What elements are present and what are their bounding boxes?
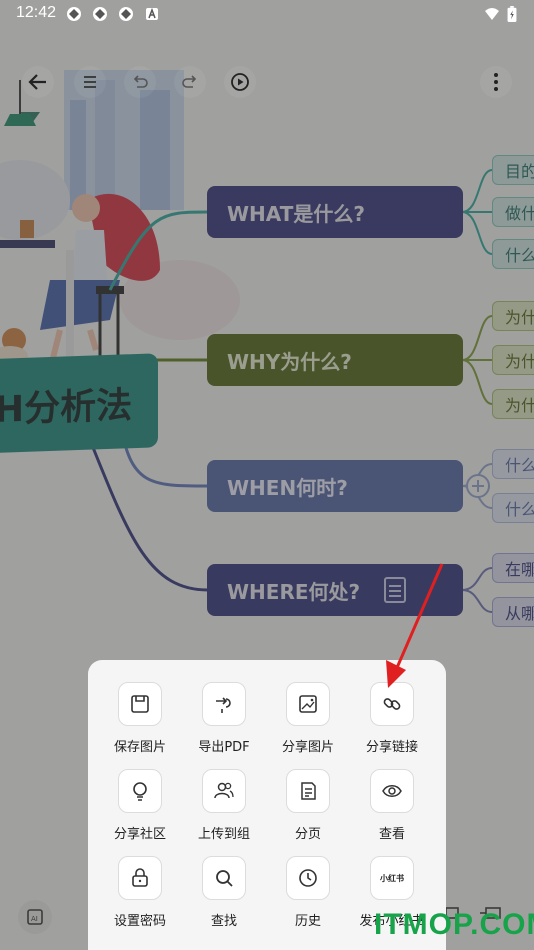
export-pdf-label: 导出PDF	[198, 740, 250, 755]
back-arrow-icon	[28, 74, 46, 90]
more-button[interactable]	[480, 66, 512, 98]
undo-button[interactable]	[124, 66, 156, 98]
pagination-button[interactable]: 分页	[266, 769, 350, 853]
set-password-label: 设置密码	[113, 914, 166, 929]
share-image-label: 分享图片	[281, 740, 334, 755]
outline-button[interactable]	[74, 66, 106, 98]
a-badge-icon	[146, 7, 158, 20]
lightbulb-icon	[133, 782, 147, 801]
app-notification-icon	[119, 7, 133, 21]
redo-icon	[182, 75, 197, 88]
upload-group-button[interactable]: 上传到组	[182, 769, 266, 853]
share-link-button[interactable]: 分享链接	[350, 682, 434, 766]
app-notification-icon	[93, 7, 107, 21]
upload-group-label: 上传到组	[197, 827, 250, 842]
search-icon	[216, 870, 233, 887]
more-vertical-icon	[494, 73, 498, 91]
status-bar: 12:42	[0, 0, 534, 28]
find-label: 查找	[210, 914, 237, 929]
history-button[interactable]: 历史	[266, 856, 350, 940]
outline-list-icon	[84, 76, 96, 88]
group-upload-icon	[214, 782, 234, 799]
share-image-icon	[299, 695, 317, 713]
annotation-arrow-icon	[386, 563, 444, 688]
link-icon	[383, 698, 401, 710]
share-image-button[interactable]: 分享图片	[266, 682, 350, 766]
save-image-icon	[131, 695, 149, 713]
play-button[interactable]	[224, 66, 256, 98]
undo-icon	[133, 75, 148, 88]
share-community-button[interactable]: 分享社区	[98, 769, 182, 853]
eye-icon	[382, 785, 402, 797]
set-password-button[interactable]: 设置密码	[98, 856, 182, 940]
watermark-text: ITMOP.COM	[374, 908, 534, 941]
back-button[interactable]	[22, 66, 54, 98]
history-label: 历史	[294, 914, 321, 929]
export-pdf-button[interactable]: 导出PDF	[182, 682, 266, 766]
view-label: 查看	[378, 827, 405, 842]
redo-button[interactable]	[174, 66, 206, 98]
history-clock-icon	[299, 869, 317, 887]
share-community-label: 分享社区	[113, 827, 166, 842]
play-icon	[231, 73, 249, 91]
export-pdf-icon	[216, 697, 231, 713]
xiaohongshu-icon: 小红书	[380, 873, 404, 883]
save-image-button[interactable]: 保存图片	[98, 682, 182, 766]
wifi-icon	[485, 8, 499, 20]
lock-icon	[132, 868, 148, 887]
app-notification-icon	[67, 7, 81, 21]
battery-charging-icon	[507, 6, 517, 22]
status-time: 12:42	[16, 4, 57, 21]
pagination-icon	[301, 782, 316, 800]
view-button[interactable]: 查看	[350, 769, 434, 853]
top-toolbar	[0, 28, 534, 98]
pagination-label: 分页	[294, 827, 321, 842]
find-button[interactable]: 查找	[182, 856, 266, 940]
save-image-label: 保存图片	[113, 740, 166, 755]
share-link-label: 分享链接	[365, 740, 418, 755]
share-sheet: 保存图片 导出PDF 分享图片 分享链接 分享社区 上传到组 分页 查看 设置密…	[88, 660, 446, 950]
